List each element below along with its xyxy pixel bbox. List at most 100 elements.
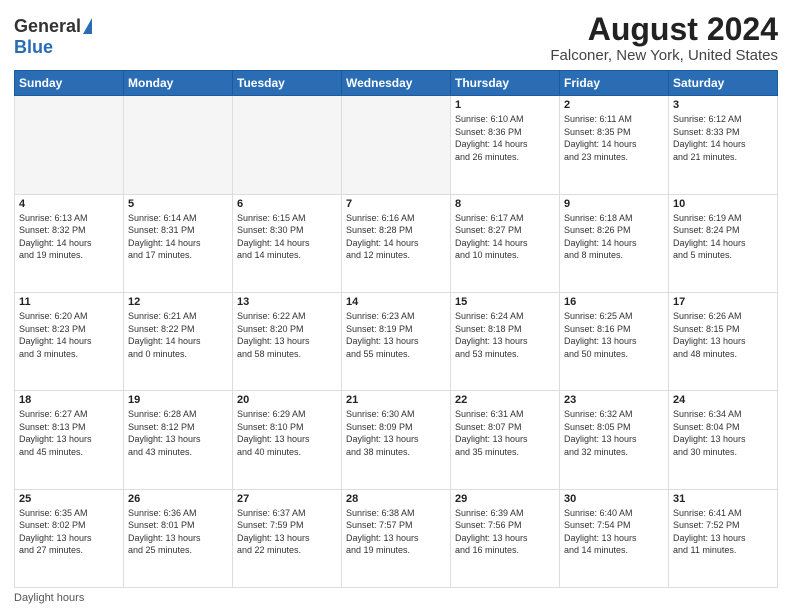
calendar-cell: 21Sunrise: 6:30 AM Sunset: 8:09 PM Dayli…	[342, 391, 451, 489]
day-number: 20	[237, 394, 337, 406]
calendar-cell	[342, 96, 451, 194]
calendar-cell: 13 Sunrise: 6:22 AM Sunset: 8:20 PM Dayli…	[233, 292, 342, 390]
day-info: Sunrise: 6:40 AM Sunset: 7:54 PM Dayligh…	[564, 507, 664, 557]
calendar-cell: 4 Sunrise: 6:13 AM Sunset: 8:32 PM Daylig…	[15, 194, 124, 292]
calendar-cell: 11 Sunrise: 6:20 AM Sunset: 8:23 PM Dayli…	[15, 292, 124, 390]
calendar-cell: 30Sunrise: 6:40 AM Sunset: 7:54 PM Dayli…	[560, 489, 669, 587]
calendar-cell: 23 Sunrise: 6:32 AM Sunset: 8:05 PM Dayli…	[560, 391, 669, 489]
day-number: 14	[346, 296, 446, 308]
day-number: 5	[128, 198, 228, 210]
weekday-header-sunday: Sunday	[15, 71, 124, 96]
calendar-table: SundayMondayTuesdayWednesdayThursdayFrid…	[14, 70, 778, 588]
day-number: 6	[237, 198, 337, 210]
day-info: Sunrise: 6:39 AM Sunset: 7:56 PM Dayligh…	[455, 507, 555, 557]
day-info: Sunrise: 6:15 AM Sunset: 8:30 PM Dayligh…	[237, 212, 337, 262]
logo-general-text: General	[14, 16, 81, 37]
day-info: Sunrise: 6:29 AM Sunset: 8:10 PM Dayligh…	[237, 408, 337, 458]
calendar-cell: 18Sunrise: 6:27 AM Sunset: 8:13 PM Dayli…	[15, 391, 124, 489]
day-number: 23	[564, 394, 664, 406]
day-info: Sunrise: 6:24 AM Sunset: 8:18 PM Dayligh…	[455, 310, 555, 360]
logo-blue-text: Blue	[14, 37, 53, 58]
day-number: 9	[564, 198, 664, 210]
day-number: 25	[19, 493, 119, 505]
day-number: 12	[128, 296, 228, 308]
day-info: Sunrise: 6:41 AM Sunset: 7:52 PM Dayligh…	[673, 507, 773, 557]
calendar-cell: 10Sunrise: 6:19 AM Sunset: 8:24 PM Dayli…	[669, 194, 778, 292]
day-info: Sunrise: 6:37 AM Sunset: 7:59 PM Dayligh…	[237, 507, 337, 557]
day-number: 10	[673, 198, 773, 210]
calendar-cell: 3 Sunrise: 6:12 AM Sunset: 8:33 PM Daylig…	[669, 96, 778, 194]
logo-triangle-icon	[83, 18, 92, 34]
calendar-header-row: SundayMondayTuesdayWednesdayThursdayFrid…	[15, 71, 778, 96]
weekday-header-saturday: Saturday	[669, 71, 778, 96]
title-block: August 2024 Falconer, New York, United S…	[550, 12, 778, 64]
day-number: 28	[346, 493, 446, 505]
day-number: 29	[455, 493, 555, 505]
calendar-cell: 28 Sunrise: 6:38 AM Sunset: 7:57 PM Dayli…	[342, 489, 451, 587]
day-number: 26	[128, 493, 228, 505]
page-title: August 2024	[550, 12, 778, 47]
day-info: Sunrise: 6:17 AM Sunset: 8:27 PM Dayligh…	[455, 212, 555, 262]
weekday-header-tuesday: Tuesday	[233, 71, 342, 96]
day-info: Sunrise: 6:13 AM Sunset: 8:32 PM Dayligh…	[19, 212, 119, 262]
day-number: 21	[346, 394, 446, 406]
day-info: Sunrise: 6:27 AM Sunset: 8:13 PM Dayligh…	[19, 408, 119, 458]
calendar-week-2: 4 Sunrise: 6:13 AM Sunset: 8:32 PM Daylig…	[15, 194, 778, 292]
calendar-week-4: 18Sunrise: 6:27 AM Sunset: 8:13 PM Dayli…	[15, 391, 778, 489]
calendar-week-3: 11 Sunrise: 6:20 AM Sunset: 8:23 PM Dayli…	[15, 292, 778, 390]
day-info: Sunrise: 6:34 AM Sunset: 8:04 PM Dayligh…	[673, 408, 773, 458]
day-info: Sunrise: 6:25 AM Sunset: 8:16 PM Dayligh…	[564, 310, 664, 360]
weekday-header-friday: Friday	[560, 71, 669, 96]
day-number: 31	[673, 493, 773, 505]
day-info: Sunrise: 6:11 AM Sunset: 8:35 PM Dayligh…	[564, 113, 664, 163]
day-number: 1	[455, 99, 555, 111]
calendar-cell: 19 Sunrise: 6:28 AM Sunset: 8:12 PM Dayli…	[124, 391, 233, 489]
day-info: Sunrise: 6:18 AM Sunset: 8:26 PM Dayligh…	[564, 212, 664, 262]
calendar-cell	[15, 96, 124, 194]
day-info: Sunrise: 6:32 AM Sunset: 8:05 PM Dayligh…	[564, 408, 664, 458]
calendar-cell: 7Sunrise: 6:16 AM Sunset: 8:28 PM Daylig…	[342, 194, 451, 292]
footer: Daylight hours	[14, 592, 778, 604]
day-number: 27	[237, 493, 337, 505]
day-number: 4	[19, 198, 119, 210]
calendar-cell: 14Sunrise: 6:23 AM Sunset: 8:19 PM Dayli…	[342, 292, 451, 390]
day-info: Sunrise: 6:36 AM Sunset: 8:01 PM Dayligh…	[128, 507, 228, 557]
page-subtitle: Falconer, New York, United States	[550, 47, 778, 64]
calendar-cell: 27 Sunrise: 6:37 AM Sunset: 7:59 PM Dayli…	[233, 489, 342, 587]
calendar-cell: 1Sunrise: 6:10 AM Sunset: 8:36 PM Daylig…	[451, 96, 560, 194]
day-info: Sunrise: 6:28 AM Sunset: 8:12 PM Dayligh…	[128, 408, 228, 458]
day-number: 16	[564, 296, 664, 308]
calendar-cell: 5 Sunrise: 6:14 AM Sunset: 8:31 PM Daylig…	[124, 194, 233, 292]
calendar-week-1: 1Sunrise: 6:10 AM Sunset: 8:36 PM Daylig…	[15, 96, 778, 194]
day-number: 19	[128, 394, 228, 406]
day-info: Sunrise: 6:12 AM Sunset: 8:33 PM Dayligh…	[673, 113, 773, 163]
calendar-cell: 24 Sunrise: 6:34 AM Sunset: 8:04 PM Dayli…	[669, 391, 778, 489]
day-info: Sunrise: 6:35 AM Sunset: 8:02 PM Dayligh…	[19, 507, 119, 557]
calendar-cell: 25 Sunrise: 6:35 AM Sunset: 8:02 PM Dayli…	[15, 489, 124, 587]
day-number: 15	[455, 296, 555, 308]
calendar-week-5: 25 Sunrise: 6:35 AM Sunset: 8:02 PM Dayli…	[15, 489, 778, 587]
day-number: 17	[673, 296, 773, 308]
calendar-cell	[233, 96, 342, 194]
calendar-cell: 12 Sunrise: 6:21 AM Sunset: 8:22 PM Dayli…	[124, 292, 233, 390]
day-info: Sunrise: 6:14 AM Sunset: 8:31 PM Dayligh…	[128, 212, 228, 262]
calendar-cell: 20 Sunrise: 6:29 AM Sunset: 8:10 PM Dayli…	[233, 391, 342, 489]
header: General Blue August 2024 Falconer, New Y…	[14, 12, 778, 64]
day-info: Sunrise: 6:22 AM Sunset: 8:20 PM Dayligh…	[237, 310, 337, 360]
calendar-cell: 15 Sunrise: 6:24 AM Sunset: 8:18 PM Dayli…	[451, 292, 560, 390]
day-info: Sunrise: 6:38 AM Sunset: 7:57 PM Dayligh…	[346, 507, 446, 557]
logo: General Blue	[14, 16, 92, 58]
calendar-cell: 9 Sunrise: 6:18 AM Sunset: 8:26 PM Daylig…	[560, 194, 669, 292]
day-info: Sunrise: 6:20 AM Sunset: 8:23 PM Dayligh…	[19, 310, 119, 360]
calendar-cell: 26 Sunrise: 6:36 AM Sunset: 8:01 PM Dayli…	[124, 489, 233, 587]
day-number: 11	[19, 296, 119, 308]
weekday-header-thursday: Thursday	[451, 71, 560, 96]
day-number: 24	[673, 394, 773, 406]
day-info: Sunrise: 6:21 AM Sunset: 8:22 PM Dayligh…	[128, 310, 228, 360]
weekday-header-monday: Monday	[124, 71, 233, 96]
calendar-cell: 29 Sunrise: 6:39 AM Sunset: 7:56 PM Dayli…	[451, 489, 560, 587]
page: General Blue August 2024 Falconer, New Y…	[0, 0, 792, 612]
day-number: 13	[237, 296, 337, 308]
calendar-cell: 22Sunrise: 6:31 AM Sunset: 8:07 PM Dayli…	[451, 391, 560, 489]
day-number: 3	[673, 99, 773, 111]
